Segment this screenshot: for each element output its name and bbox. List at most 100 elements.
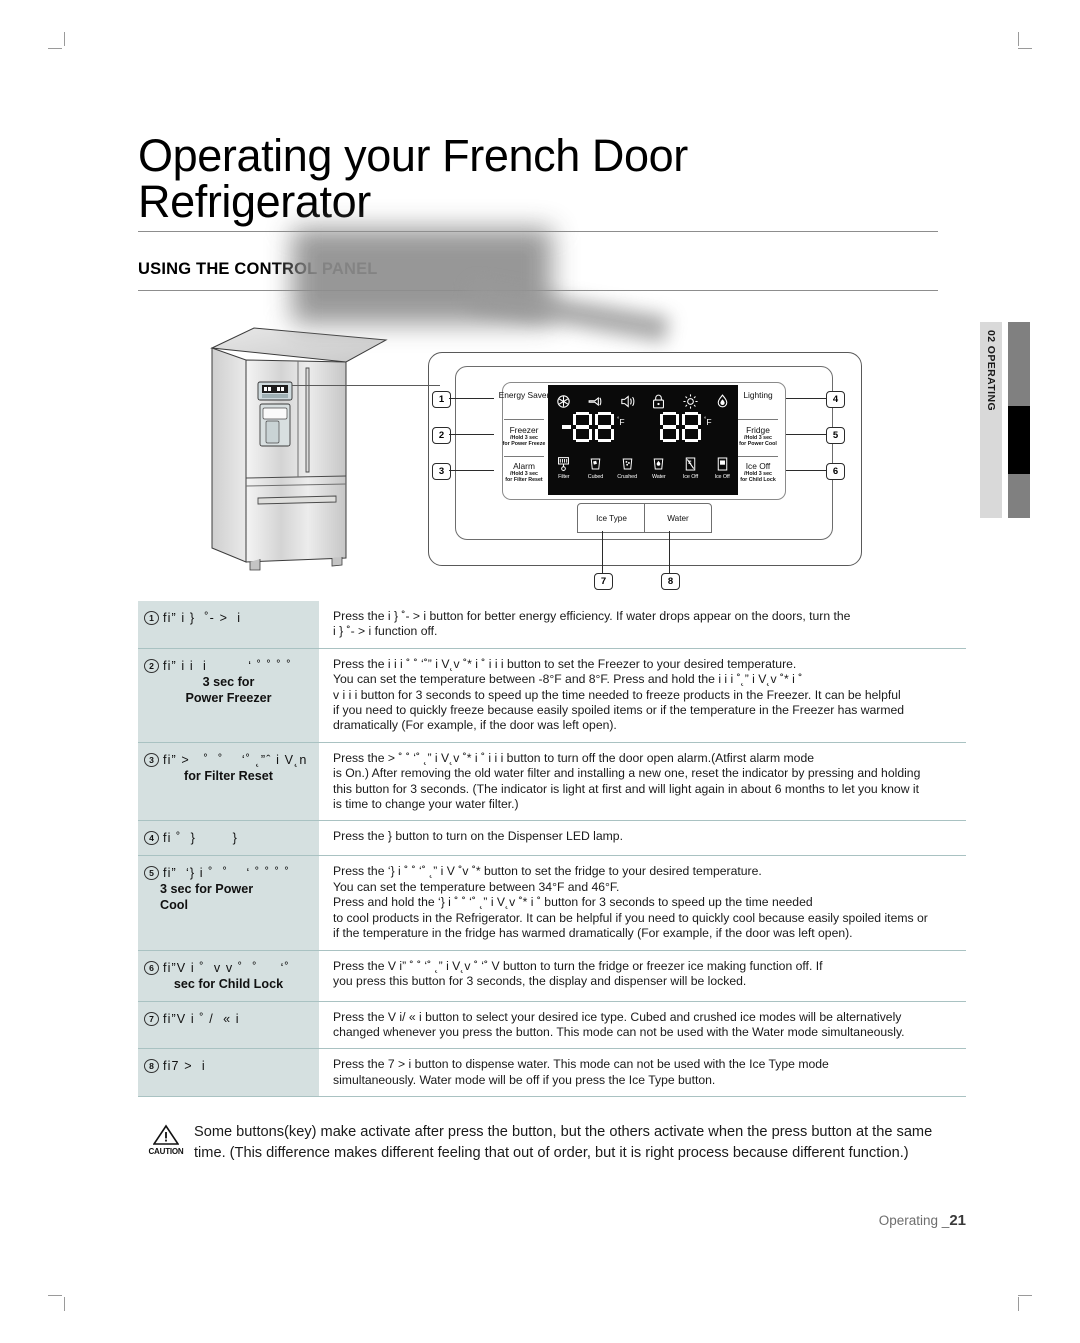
callout-leader-line: [292, 385, 440, 387]
callout-badge-5: 5: [826, 427, 845, 444]
row-body-text: Press the 7 > i button to dispense water…: [333, 1057, 829, 1087]
row-label-bold: 3 sec for Power Freezer: [185, 674, 272, 705]
ice-off-hold-label: /Hold 3 sec for Child Lock: [740, 471, 776, 484]
row-label-cell: 7 fi”V i ˚ / « i: [138, 1001, 319, 1049]
row-label-line: 3 fi” > ˚ ˚ ‘˚ ˛”ˆ i V˛n: [144, 752, 313, 768]
row-label-cell: 2 fi” i i i ‘ ˚ ˚ ˚ ˚ 3 sec for Power Fre…: [138, 648, 319, 742]
panel-button-energy-saver[interactable]: Energy Saver: [494, 390, 554, 400]
row-label-text: fi” i } ˚- > i: [163, 611, 242, 625]
freezer-label: Freezer: [509, 425, 539, 435]
page-title-line1: Operating your French Door: [138, 130, 688, 181]
row-body-text: Press the ‘} i ˚ ˚ ‘˚ ˛” i V ˚v ˚* butto…: [333, 864, 928, 941]
caution-icon-label: CAUTION: [148, 1147, 184, 1156]
row-number: 2: [144, 658, 159, 673]
crop-mark: [64, 32, 65, 46]
callout-leader-5: [786, 434, 826, 436]
ice-off-indicator-label: Ice Off: [682, 473, 698, 480]
table-row: 6 fi”V i ˚ v v ˚ ˚ ‘˚ sec for Child Lock …: [138, 950, 966, 1002]
sound-icon: [619, 393, 636, 410]
callout-leader-4: [786, 398, 826, 400]
row-body-cell: Press the } button to turn on the Dispen…: [319, 821, 966, 855]
row-body-cell: Press the > ˚ ˚ ‘˚ ˛” i V˛v ˚* i ˚ i i i…: [319, 743, 966, 821]
seven-segment-digit: [573, 412, 592, 442]
temperature-readout: °F °F: [548, 412, 738, 446]
filter-indicator-label: Filter: [558, 473, 570, 480]
freezer-unit: °F: [617, 417, 625, 427]
row-number: 4: [144, 831, 159, 846]
panel-button-ice-type[interactable]: Ice Type: [577, 503, 646, 533]
row-body-cell: Press the i } ˚- > i button for better e…: [319, 601, 966, 648]
panel-divider: [504, 419, 544, 420]
page-title: Operating your French Door Refrigerator: [138, 133, 898, 225]
callout-leader-6: [786, 470, 826, 472]
ice-off-indicator: Ice Off: [676, 455, 704, 480]
row-label-bold: 3 sec for Power Cool: [160, 882, 254, 913]
callout-leader-7: [602, 531, 604, 575]
row-label-text: fi” > ˚ ˚ ‘˚ ˛”ˆ i V˛n: [163, 752, 308, 767]
caution-text: Some buttons(key) make activate after pr…: [194, 1124, 933, 1161]
table-row: 3 fi” > ˚ ˚ ‘˚ ˛”ˆ i V˛n for Filter Reset…: [138, 742, 966, 822]
row-body-cell: Press the i i i ˚ ˚ ‘˚” i V˛v ˚* i ˚ i i…: [319, 649, 966, 742]
row-number: 3: [144, 752, 159, 767]
crop-mark: [48, 48, 62, 49]
row-label-line: 7 fi”V i ˚ / « i: [144, 1011, 313, 1027]
crop-mark: [64, 1297, 65, 1311]
row-label-line: 8 fi7 > i: [144, 1058, 313, 1074]
indicator-icon-row: Filter Cubed Crushed Water Ice Off Ice O…: [548, 447, 738, 487]
water-indicator-label: Water: [651, 473, 666, 480]
crop-mark: [1018, 1297, 1019, 1311]
panel-divider: [738, 456, 778, 457]
callout-badge-7: 7: [594, 573, 613, 590]
callout-leader-2: [449, 434, 494, 436]
table-row: 5 fi” ‘} i ˚ ˚ ‘ ˚ ˚ ˚ ˚ 3 sec for Power …: [138, 856, 966, 951]
footer-page-number: 21: [949, 1212, 966, 1229]
panel-button-ice-off[interactable]: Ice Off /Hold 3 sec for Child Lock: [728, 461, 788, 483]
row-body-text: Press the > ˚ ˚ ‘˚ ˛” i V˛v ˚* i ˚ i i i…: [333, 750, 921, 812]
panel-button-freezer[interactable]: Freezer /Hold 3 sec for Power Freeze: [494, 425, 554, 447]
energy-saver-label: Energy Saver: [498, 390, 550, 400]
row-body-text: Press the i } ˚- > i button for better e…: [333, 609, 851, 639]
alarm-hold-label: /Hold 3 sec for Filter Reset: [505, 471, 543, 484]
crushed-ice-indicator: Crushed: [613, 455, 641, 480]
row-body-cell: Press the V i/ « i button to select your…: [319, 1002, 966, 1049]
row-body-text: Press the V i” ˚ ˚ ‘˚ ˛” i V˛v ˚ ‘˚ V bu…: [333, 958, 823, 988]
page-title-line2: Refrigerator: [138, 176, 371, 227]
freezer-minus-sign: [562, 425, 571, 429]
row-label-bold: sec for Child Lock: [173, 976, 284, 991]
panel-divider: [504, 456, 544, 457]
table-row: 1 fi” i } ˚- > i Press the i } ˚- > i but…: [138, 600, 966, 649]
side-tab: 02 OPERATING: [980, 322, 1002, 518]
freezer-hold-label: /Hold 3 sec for Power Freeze: [502, 435, 546, 448]
fridge-temperature: °F: [660, 412, 712, 442]
callout-badge-2: 2: [432, 427, 451, 444]
row-label-line: 4 fi ˚ } }: [144, 830, 313, 846]
crop-mark: [1018, 48, 1032, 49]
page-footer: Operating _21: [879, 1212, 966, 1229]
row-number: 1: [144, 611, 159, 625]
row-body-text: Press the i i i ˚ ˚ ‘˚” i V˛v ˚* i ˚ i i…: [333, 656, 905, 733]
panel-button-fridge[interactable]: Fridge /Hold 3 sec for Power Cool: [728, 425, 788, 447]
callout-leader-8: [669, 531, 671, 575]
table-row: 4 fi ˚ } } Press the } button to turn on …: [138, 821, 966, 857]
row-label-text: fi” ‘} i ˚ ˚ ‘ ˚ ˚ ˚ ˚: [163, 866, 290, 881]
crushed-indicator-label: Crushed: [617, 473, 637, 480]
row-label-bold: for Filter Reset: [184, 768, 273, 783]
cubed-indicator-label: Cubed: [587, 473, 604, 480]
crop-mark: [1018, 1295, 1032, 1296]
panel-button-alarm[interactable]: Alarm /Hold 3 sec for Filter Reset: [494, 461, 554, 483]
panel-divider: [738, 419, 778, 420]
table-row: 2 fi” i i i ‘ ˚ ˚ ˚ ˚ 3 sec for Power Fre…: [138, 648, 966, 743]
crop-mark: [48, 1295, 62, 1296]
row-body-cell: Press the V i” ˚ ˚ ‘˚ ˛” i V˛v ˚ ‘˚ V bu…: [319, 951, 966, 1001]
panel-button-lighting[interactable]: Lighting: [728, 390, 788, 400]
freezer-temperature: °F: [562, 412, 625, 442]
row-body-cell: Press the 7 > i button to dispense water…: [319, 1049, 966, 1096]
cubed-ice-indicator: Cubed: [581, 455, 609, 480]
row-label-line: 6 fi”V i ˚ v v ˚ ˚ ‘˚: [144, 960, 313, 976]
footer-label: Operating _: [878, 1213, 950, 1228]
side-tab-marker: [1008, 406, 1030, 474]
panel-button-water[interactable]: Water: [644, 503, 712, 533]
row-body-cell: Press the ‘} i ˚ ˚ ‘˚ ˛” i V ˚v ˚* butto…: [319, 856, 966, 949]
callout-badge-3: 3: [432, 463, 451, 480]
table-row: 8 fi7 > i Press the 7 > i button to dispe…: [138, 1049, 966, 1098]
